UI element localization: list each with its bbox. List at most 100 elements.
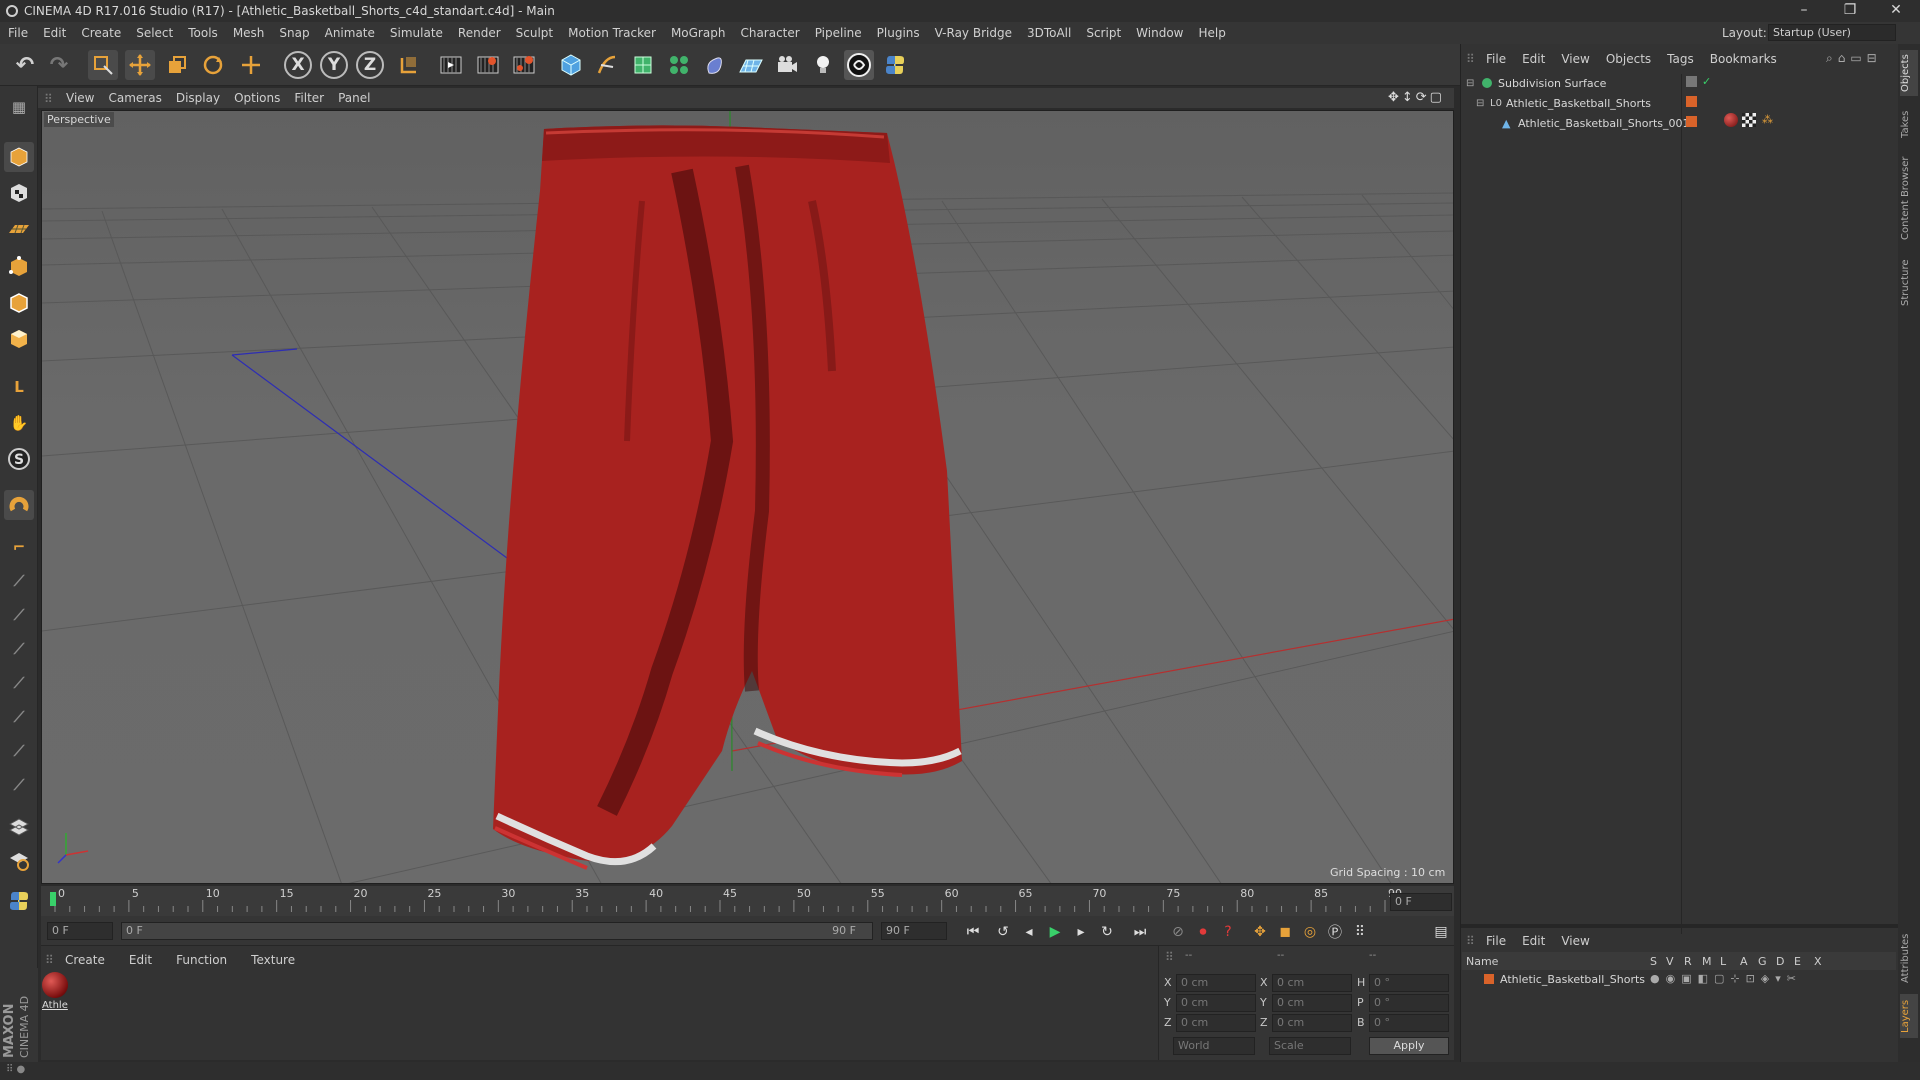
grab-brush-icon[interactable]: ⟋ xyxy=(4,770,34,800)
menu-character[interactable]: Character xyxy=(740,26,799,40)
end-frame-field[interactable]: 90 F xyxy=(881,922,947,940)
move-icon[interactable] xyxy=(125,50,155,80)
menu-window[interactable]: Window xyxy=(1136,26,1183,40)
bone-axis-icon[interactable]: ⌐ xyxy=(4,532,34,562)
object-menu-tags[interactable]: Tags xyxy=(1667,52,1694,66)
range-slider[interactable]: 0 F 90 F xyxy=(121,922,873,940)
go-to-start-icon[interactable]: ⏮ xyxy=(962,922,984,942)
magnet-icon[interactable] xyxy=(4,490,34,520)
record-active-icon[interactable]: ⏺ xyxy=(1192,922,1214,942)
material-swatch[interactable]: Athle xyxy=(42,972,70,1014)
material-tag-icon[interactable] xyxy=(1724,113,1738,127)
layer-menu-file[interactable]: File xyxy=(1486,934,1506,948)
previous-frame-icon[interactable]: ◂ xyxy=(1018,922,1040,942)
side-tab-attributes[interactable]: Attributes xyxy=(1900,926,1918,990)
render-view-icon[interactable] xyxy=(436,50,466,80)
inflate-brush-icon[interactable]: ⟋ xyxy=(4,702,34,732)
coord-size-y-field[interactable]: 0 cm xyxy=(1272,994,1352,1012)
key-position-icon[interactable]: ✥ xyxy=(1249,922,1271,942)
menu-mograph[interactable]: MoGraph xyxy=(671,26,726,40)
coord-system-icon[interactable] xyxy=(394,50,424,80)
live-select-icon[interactable] xyxy=(236,50,266,80)
coord-size-x-field[interactable]: 0 cm xyxy=(1272,974,1352,992)
viewport-menu-display[interactable]: Display xyxy=(176,91,220,105)
deformer-icon[interactable] xyxy=(700,50,730,80)
layer-chip-shorts[interactable] xyxy=(1686,96,1697,107)
pull-brush-icon[interactable]: ⟋ xyxy=(4,600,34,630)
timeline-ruler[interactable]: 051015202530354045505560657075808590 0 F xyxy=(41,886,1454,916)
playhead-marker[interactable] xyxy=(50,892,56,906)
layer-chip-shorts-mesh[interactable] xyxy=(1686,116,1697,127)
menu-tools[interactable]: Tools xyxy=(188,26,218,40)
smooth-brush-icon[interactable]: ⟋ xyxy=(4,634,34,664)
sculpt-brush-icon[interactable]: ⟋ xyxy=(4,566,34,596)
sketch-icon[interactable] xyxy=(844,50,874,80)
restore-button[interactable]: ❐ xyxy=(1830,0,1870,22)
side-tab-takes[interactable]: Takes xyxy=(1900,104,1918,144)
autokey-icon[interactable]: ? xyxy=(1217,922,1239,942)
coord-mode-select[interactable]: World xyxy=(1173,1037,1255,1055)
pen-icon[interactable] xyxy=(592,50,622,80)
menu-simulate[interactable]: Simulate xyxy=(390,26,443,40)
start-frame-field[interactable]: 0 F xyxy=(47,922,113,940)
viewport-camera-label[interactable]: Perspective xyxy=(44,112,114,127)
layer-chip-subdivision[interactable] xyxy=(1686,76,1697,87)
y-axis-icon[interactable]: Y xyxy=(320,51,348,79)
menu-select[interactable]: Select xyxy=(136,26,173,40)
model-mode-icon[interactable] xyxy=(4,142,34,172)
collapse-icon[interactable]: ⊟ xyxy=(1476,98,1488,109)
object-menu-view[interactable]: View xyxy=(1561,52,1589,66)
current-frame-field[interactable]: 0 F xyxy=(1390,893,1452,911)
coord-pos-x-field[interactable]: 0 cm xyxy=(1176,974,1256,992)
coord-pos-z-field[interactable]: 0 cm xyxy=(1176,1014,1256,1032)
side-tab-objects[interactable]: Objects xyxy=(1900,50,1918,96)
object-menu-edit[interactable]: Edit xyxy=(1522,52,1545,66)
object-menu-objects[interactable]: Objects xyxy=(1606,52,1651,66)
menu-create[interactable]: Create xyxy=(81,26,121,40)
material-menu-texture[interactable]: Texture xyxy=(251,953,295,967)
menu-3dtoall[interactable]: 3DToAll xyxy=(1027,26,1071,40)
3d-viewport[interactable] xyxy=(41,110,1454,884)
menu-animate[interactable]: Animate xyxy=(325,26,375,40)
deform-tool-icon[interactable] xyxy=(4,846,34,876)
uvw-tag-icon[interactable] xyxy=(1742,113,1756,127)
object-menu-file[interactable]: File xyxy=(1486,52,1506,66)
timeline-layout-icon[interactable]: ▤ xyxy=(1430,922,1452,942)
motion-record-icon[interactable]: ⊘ xyxy=(1167,922,1189,942)
python-icon[interactable] xyxy=(880,50,910,80)
light-icon[interactable] xyxy=(808,50,838,80)
tweak-icon[interactable]: ✋ xyxy=(4,408,34,438)
select-icon[interactable] xyxy=(88,50,118,80)
coord-pos-y-field[interactable]: 0 cm xyxy=(1176,994,1256,1012)
make-editable-icon[interactable]: ▦ xyxy=(4,92,34,122)
axis-mode-icon[interactable]: L xyxy=(4,372,34,402)
menu-script[interactable]: Script xyxy=(1086,26,1121,40)
manager-splitter[interactable] xyxy=(1461,924,1899,928)
viewport-menu-view[interactable]: View xyxy=(66,91,94,105)
texture-mode-icon[interactable] xyxy=(4,178,34,208)
menu-render[interactable]: Render xyxy=(458,26,501,40)
previous-key-icon[interactable]: ↺ xyxy=(992,922,1014,942)
points-mode-icon[interactable] xyxy=(4,252,34,282)
menu-vray-bridge[interactable]: V-Ray Bridge xyxy=(935,26,1012,40)
redo-icon[interactable]: ↷ xyxy=(44,50,74,80)
python-script-icon[interactable] xyxy=(4,886,34,916)
coord-rot-b-field[interactable]: 0 ° xyxy=(1369,1014,1449,1032)
object-row-subdivision[interactable]: ⊟ Subdivision Surface xyxy=(1466,74,1606,92)
viewport-menu-panel[interactable]: Panel xyxy=(338,91,370,105)
side-tab-content-browser[interactable]: Content Browser xyxy=(1900,150,1918,246)
object-row-shorts-mesh[interactable]: ▲ Athletic_Basketball_Shorts_001 xyxy=(1466,114,1690,132)
layer-menu-view[interactable]: View xyxy=(1561,934,1589,948)
workplane-icon[interactable] xyxy=(4,214,34,244)
render-picture-viewer-icon[interactable] xyxy=(473,50,503,80)
menu-plugins[interactable]: Plugins xyxy=(877,26,920,40)
cloner-icon[interactable] xyxy=(664,50,694,80)
layer-toggle-icons[interactable]: ●◉▣◧▢⊹⊡◈▾✂ xyxy=(1650,972,1802,985)
material-menu-function[interactable]: Function xyxy=(176,953,227,967)
cube-icon[interactable] xyxy=(556,50,586,80)
material-menu-edit[interactable]: Edit xyxy=(129,953,152,967)
menu-sculpt[interactable]: Sculpt xyxy=(516,26,553,40)
viewport-menu-options[interactable]: Options xyxy=(234,91,280,105)
go-to-end-icon[interactable]: ⏭ xyxy=(1129,922,1151,942)
key-pla-icon[interactable]: ⠿ xyxy=(1349,922,1371,942)
